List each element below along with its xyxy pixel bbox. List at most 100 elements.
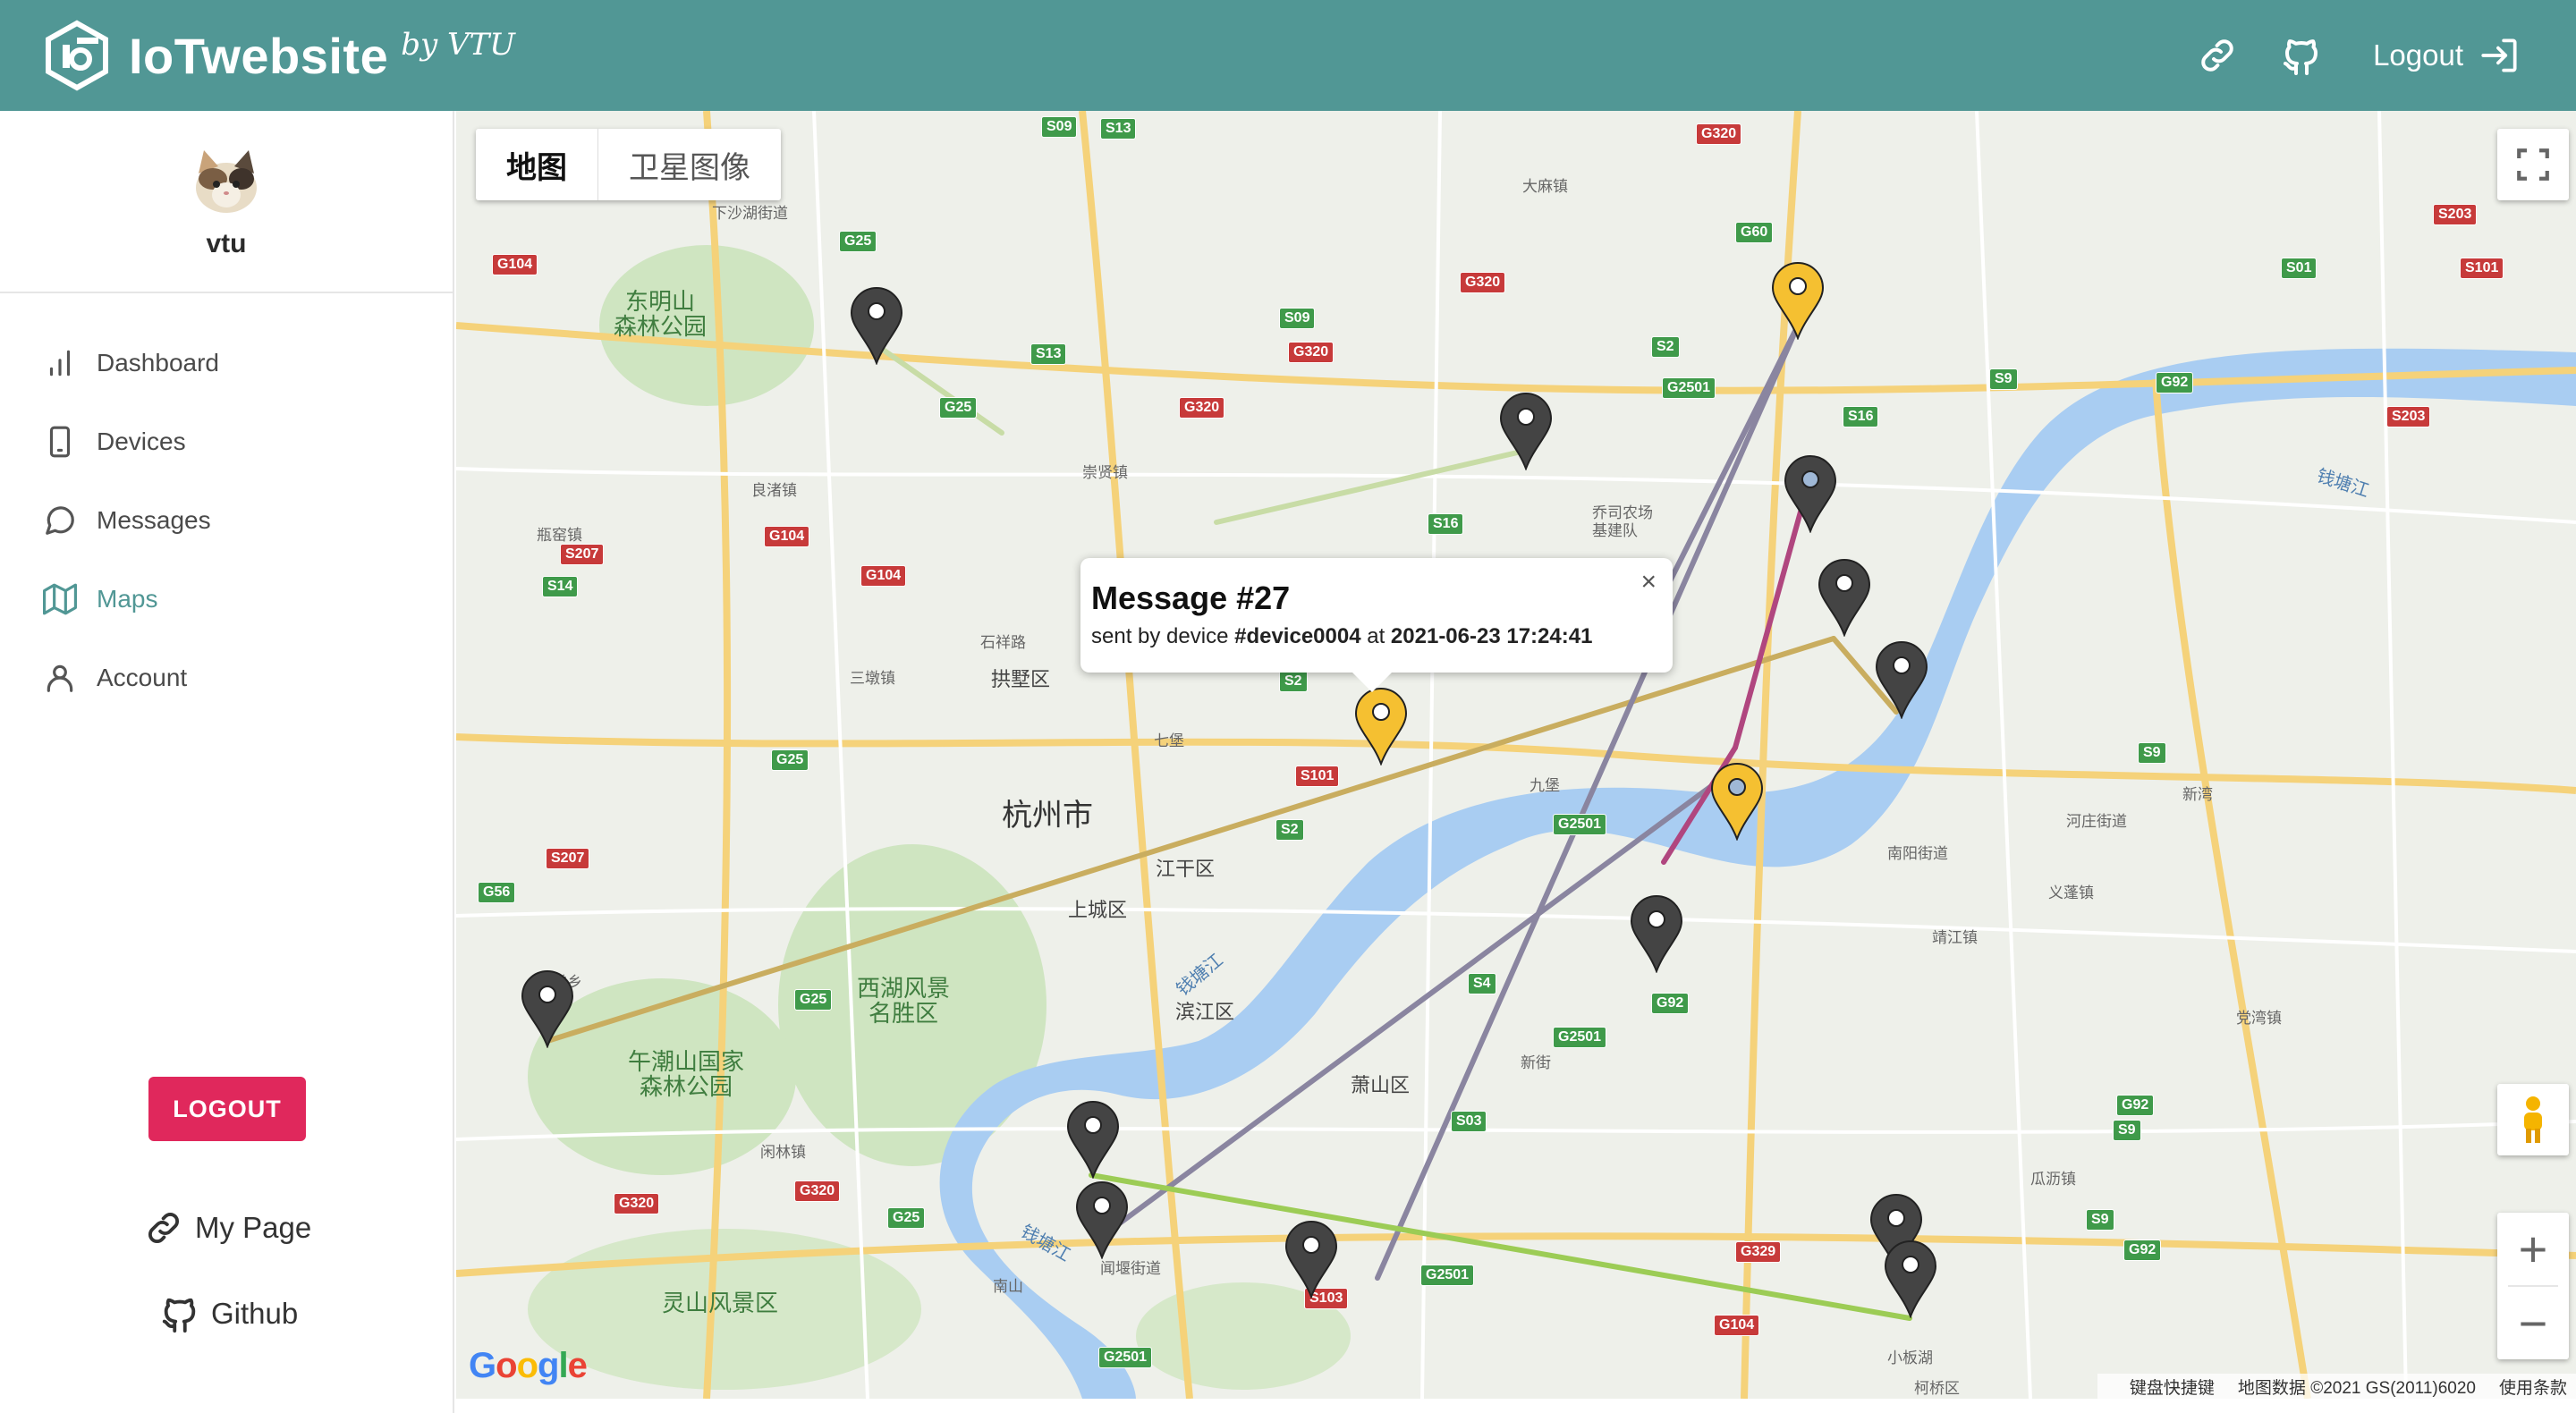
road-shield: S101 [1295,766,1340,787]
github-icon [162,1298,196,1333]
road-shield: S207 [546,848,590,869]
map-attribution: 键盘快捷键 地图数据 ©2021 GS(2011)6020 使用条款 [2097,1374,2576,1399]
road-shield: G92 [2116,1095,2155,1116]
map-label-district: 拱墅区 [991,669,1051,691]
map-label-park: 午潮山国家 森林公园 [628,1049,745,1101]
road-shield: G25 [939,397,978,419]
map-marker[interactable] [1782,454,1839,533]
sidebar-item-dashboard[interactable]: Dashboard [0,324,453,402]
profile: vtu [0,111,453,293]
map-label-town: 新街 [1521,1054,1551,1072]
brand-name: IoTwebsite [129,27,389,84]
street-view-pegman[interactable] [2497,1084,2569,1155]
road-shield: G25 [887,1207,926,1229]
terms-link[interactable]: 使用条款 [2499,1375,2567,1399]
infowindow-title: Message #27 [1091,580,1291,616]
road-shield: G2501 [1662,377,1716,399]
road-shield: G2501 [1553,1027,1607,1048]
sidebar-item-label: Account [97,664,188,691]
road-shield: S14 [542,576,579,597]
map-marker[interactable] [1283,1220,1340,1299]
map-marker[interactable] [1882,1240,1939,1318]
road-shield: G320 [1288,342,1335,363]
sidebar-item-label: Maps [97,585,158,613]
road-shield: G92 [2123,1240,2162,1261]
map-marker[interactable] [1816,558,1873,637]
map-type-map-button[interactable]: 地图 [476,129,598,200]
message-infowindow: × Message #27 sent by device #device0004… [1080,558,1673,692]
road-shield: S4 [1468,973,1496,994]
map-marker[interactable] [1497,392,1555,470]
google-logo[interactable]: Google [469,1346,588,1386]
brand[interactable]: IoTwebsite by VTU [41,14,515,97]
map-marker-selected[interactable] [1352,687,1410,766]
my-page-label: My Page [195,1211,312,1244]
sidebar: vtu Dashboard Devices Messages Maps Acco… [0,111,454,1413]
username: vtu [206,229,247,258]
sidebar-item-devices[interactable]: Devices [0,402,453,481]
header-logout-button[interactable]: Logout [2373,33,2522,78]
map-label-town: 乔司农场 基建队 [1592,504,1653,540]
road-shield: S13 [1100,118,1137,140]
map-label-town: 党湾镇 [2236,1010,2282,1028]
github-link[interactable]: Github [159,1293,298,1334]
map-marker[interactable] [1769,261,1826,340]
map-label-town: 义蓬镇 [2048,884,2094,902]
road-shield: S2 [1651,336,1680,358]
fullscreen-button[interactable] [2497,129,2569,200]
map-label-district: 江干区 [1156,859,1216,881]
road-shield: S2 [1275,819,1304,841]
github-icon[interactable] [2276,30,2326,80]
map-marker[interactable] [519,969,576,1048]
zoom-out-button[interactable]: − [2497,1287,2569,1359]
road-shield: G104 [1714,1315,1760,1336]
map-marker[interactable] [1873,640,1930,719]
map-label-park: 东明山 森林公园 [614,289,708,341]
road-shield: S203 [2433,204,2478,225]
sidebar-item-label: Messages [97,506,211,534]
user-icon [47,664,73,692]
road-shield: G56 [478,882,516,903]
link-icon[interactable] [2192,30,2242,80]
brand-logo-icon [46,20,108,91]
sidebar-item-maps[interactable]: Maps [0,560,453,639]
cat-avatar[interactable] [188,143,265,220]
infowindow-device: #device0004 [1234,624,1361,648]
device-icon [49,426,71,458]
road-shield: S9 [2138,742,2166,764]
map-type-satellite-button[interactable]: 卫星图像 [598,129,781,200]
road-shield: S207 [560,544,605,565]
road-shield: S203 [2386,406,2431,427]
road-shield: S03 [1451,1111,1487,1132]
sidebar-item-account[interactable]: Account [0,639,453,717]
map-marker[interactable] [848,286,905,365]
road-shield: G320 [1460,272,1506,293]
map-label-town: 七堡 [1154,732,1184,750]
my-page-link[interactable]: My Page [143,1207,311,1248]
sidebar-item-messages[interactable]: Messages [0,481,453,560]
map-label-town: 柯桥区 [1914,1380,1960,1398]
map-label-town: 下沙湖街道 [712,205,788,223]
map-label-district: 萧山区 [1351,1075,1411,1097]
logout-button[interactable]: LOGOUT [148,1077,306,1141]
map-label-town: 九堡 [1530,777,1560,795]
map-marker[interactable] [1628,894,1685,973]
close-icon[interactable]: × [1640,567,1657,597]
map-canvas[interactable]: 杭州市 东明山 森林公园 西湖风景 名胜区 午潮山国家 森林公园 灵山风景区 钱塘江 … [456,111,2576,1399]
infowindow-prefix: sent by device [1091,624,1235,648]
road-shield: G92 [1651,993,1690,1014]
road-shield: S09 [1041,116,1078,138]
road-shield: G25 [794,989,833,1011]
keyboard-shortcuts-link[interactable]: 键盘快捷键 [2130,1375,2215,1399]
road-shield: G104 [764,526,810,547]
fullscreen-icon [2517,148,2549,181]
map-label-town: 靖江镇 [1932,929,1978,947]
map-label-park: 灵山风景区 [662,1290,779,1317]
map-marker[interactable] [1073,1180,1131,1259]
sidebar-nav: Dashboard Devices Messages Maps Account [0,324,453,717]
zoom-in-button[interactable]: + [2497,1213,2569,1285]
map-marker[interactable] [1064,1100,1122,1179]
infowindow-subtitle: sent by device #device0004 at 2021-06-23… [1091,624,1662,649]
map-marker[interactable] [1708,762,1766,841]
sidebar-item-label: Dashboard [97,349,219,377]
